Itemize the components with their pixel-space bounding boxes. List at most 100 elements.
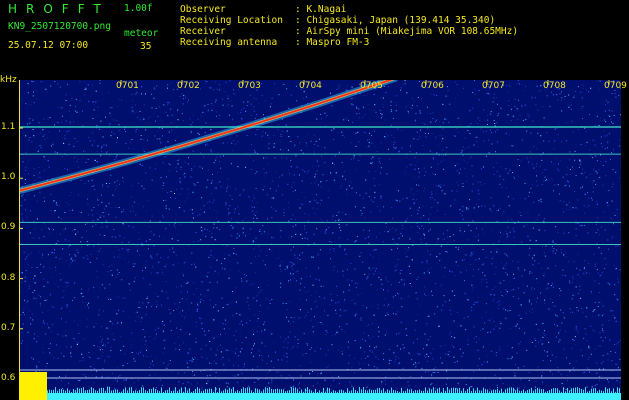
amplitude-spike bbox=[551, 388, 552, 393]
amplitude-spike bbox=[455, 388, 456, 393]
amplitude-spike bbox=[153, 387, 154, 393]
amplitude-spike bbox=[431, 389, 432, 393]
amplitude-spike bbox=[53, 389, 54, 393]
amplitude-spike bbox=[571, 388, 572, 393]
amplitude-spike bbox=[505, 389, 506, 393]
amplitude-spike bbox=[157, 390, 158, 393]
amplitude-spike bbox=[395, 390, 396, 393]
amplitude-spike bbox=[453, 387, 454, 393]
amplitude-spike bbox=[241, 388, 242, 393]
amplitude-spike bbox=[339, 389, 340, 393]
amplitude-spike bbox=[129, 387, 130, 393]
amplitude-spike bbox=[537, 387, 538, 393]
amplitude-spike bbox=[117, 389, 118, 393]
info-value-location: : Chigasaki, Japan (139.414 35.340) bbox=[295, 15, 496, 26]
info-label-receiver: Receiver bbox=[180, 26, 226, 37]
amplitude-spike bbox=[345, 391, 346, 393]
amplitude-spike bbox=[421, 390, 422, 393]
amplitude-spike bbox=[343, 390, 344, 393]
amplitude-spike bbox=[299, 391, 300, 393]
amplitude-spike bbox=[377, 388, 378, 393]
amplitude-spike bbox=[187, 390, 188, 393]
amplitude-spike bbox=[219, 387, 220, 393]
amplitude-spike bbox=[181, 387, 182, 393]
amplitude-spike bbox=[177, 391, 178, 393]
amplitude-spike bbox=[461, 390, 462, 393]
amplitude-spike bbox=[71, 391, 72, 393]
amplitude-spike bbox=[103, 387, 104, 393]
amplitude-spike bbox=[95, 390, 96, 393]
amplitude-spike bbox=[529, 389, 530, 393]
amplitude-spike bbox=[97, 390, 98, 393]
amplitude-spike bbox=[557, 388, 558, 393]
amplitude-spike bbox=[473, 388, 474, 393]
amplitude-spike bbox=[57, 390, 58, 393]
amplitude-spike bbox=[445, 390, 446, 393]
amplitude-spike bbox=[303, 391, 304, 393]
amplitude-spike bbox=[139, 389, 140, 393]
amplitude-spike bbox=[555, 388, 556, 393]
amplitude-spike bbox=[437, 388, 438, 393]
amplitude-spike bbox=[213, 391, 214, 393]
amplitude-spike bbox=[369, 389, 370, 393]
amplitude-spike bbox=[405, 390, 406, 393]
amplitude-spike bbox=[141, 387, 142, 393]
amplitude-spike bbox=[237, 390, 238, 393]
amplitude-spike bbox=[541, 389, 542, 393]
amplitude-spike bbox=[515, 390, 516, 393]
amplitude-spike bbox=[217, 391, 218, 393]
amplitude-spike bbox=[337, 391, 338, 393]
amplitude-spike bbox=[401, 387, 402, 393]
amplitude-spike bbox=[47, 390, 48, 393]
amplitude-spike bbox=[211, 388, 212, 393]
y-tick-label: 0.7 bbox=[1, 322, 16, 333]
amplitude-spike bbox=[207, 389, 208, 393]
amplitude-spike bbox=[267, 387, 268, 393]
amplitude-spike bbox=[493, 389, 494, 393]
amplitude-spike bbox=[477, 387, 478, 393]
amplitude-spike bbox=[439, 387, 440, 393]
x-tick-label: 0704 bbox=[299, 81, 322, 91]
x-tick-label: 0708 bbox=[543, 81, 566, 91]
amplitude-spike bbox=[309, 389, 310, 393]
amplitude-spike bbox=[245, 388, 246, 393]
amplitude-spike bbox=[587, 391, 588, 393]
amplitude-spike bbox=[499, 390, 500, 393]
amplitude-spike bbox=[161, 387, 162, 393]
amplitude-spike bbox=[609, 388, 610, 393]
amplitude-spike bbox=[173, 390, 174, 393]
amplitude-spike bbox=[317, 391, 318, 393]
amplitude-spike bbox=[203, 390, 204, 393]
spectrogram-svg bbox=[19, 80, 621, 400]
amplitude-spike bbox=[451, 387, 452, 393]
x-tick-label: 0706 bbox=[421, 81, 444, 91]
amplitude-spike bbox=[291, 387, 292, 393]
amplitude-spike bbox=[79, 388, 80, 393]
amplitude-spike bbox=[251, 390, 252, 393]
amplitude-spike bbox=[513, 387, 514, 393]
amplitude-spike bbox=[285, 391, 286, 393]
amplitude-spike bbox=[83, 387, 84, 393]
amplitude-spike bbox=[289, 390, 290, 393]
amplitude-spike bbox=[367, 390, 368, 393]
info-value-observer: : K.Nagai bbox=[295, 4, 347, 15]
amplitude-spike bbox=[487, 389, 488, 393]
amplitude-spike bbox=[315, 388, 316, 393]
amplitude-spike bbox=[101, 387, 102, 393]
amplitude-spike bbox=[465, 390, 466, 393]
amplitude-spike bbox=[73, 388, 74, 393]
amplitude-spike bbox=[409, 389, 410, 393]
amplitude-spike bbox=[443, 388, 444, 393]
amplitude-spike bbox=[93, 388, 94, 393]
amplitude-spike bbox=[197, 387, 198, 393]
amplitude-spike bbox=[447, 387, 448, 393]
amplitude-spike bbox=[321, 391, 322, 393]
amplitude-spike bbox=[221, 391, 222, 393]
amplitude-spike bbox=[519, 390, 520, 393]
amplitude-spike bbox=[581, 388, 582, 393]
amplitude-spike bbox=[511, 387, 512, 393]
amplitude-spike bbox=[55, 387, 56, 393]
amplitude-spike bbox=[561, 391, 562, 393]
amplitude-spike bbox=[347, 388, 348, 393]
amplitude-spike bbox=[175, 387, 176, 393]
